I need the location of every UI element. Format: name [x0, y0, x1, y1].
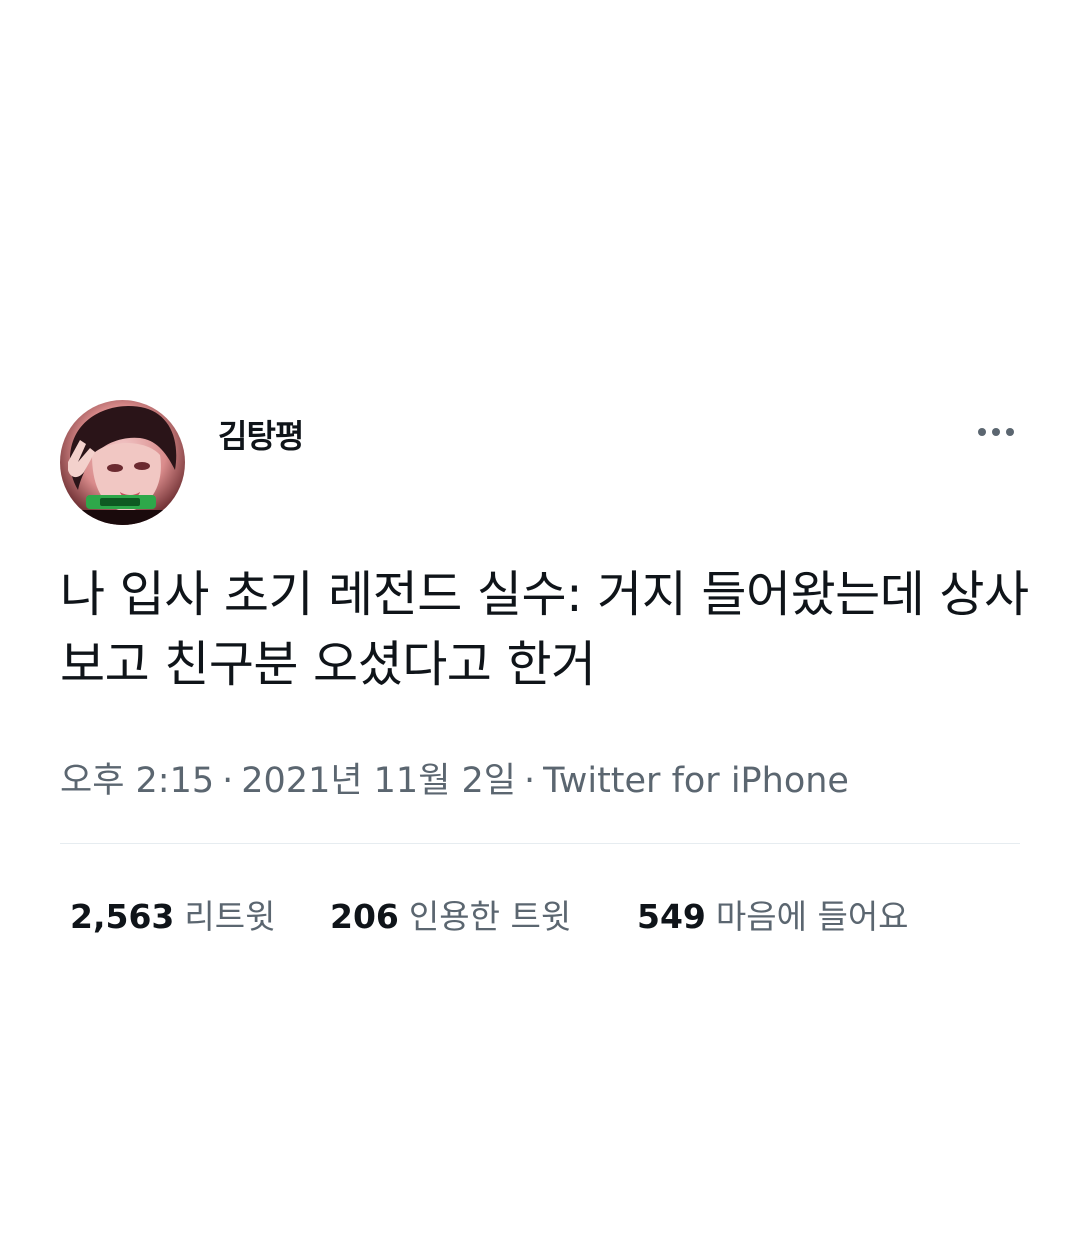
likes-count: 549 — [637, 897, 706, 936]
tweet-source[interactable]: Twitter for iPhone — [543, 761, 849, 801]
retweets-count: 2,563 — [70, 897, 175, 936]
quote-tweets-stat[interactable]: 206 인용한 트윗 — [330, 890, 571, 938]
meta-separator: · — [222, 761, 234, 801]
tweet-metadata: 오후 2:15 · 2021년 11월 2일 · Twitter for iPhone — [60, 752, 849, 803]
quote-tweets-label: 인용한 트윗 — [408, 897, 572, 936]
tweet-date[interactable]: 2021년 11월 2일 — [241, 761, 516, 801]
avatar-illustration — [60, 405, 185, 525]
meta-separator: · — [524, 761, 536, 801]
more-horizontal-icon — [978, 428, 1014, 436]
retweets-label: 리트윗 — [184, 897, 276, 936]
likes-stat[interactable]: 549 마음에 들어요 — [637, 890, 909, 938]
divider — [60, 843, 1020, 844]
likes-label: 마음에 들어요 — [715, 897, 909, 936]
more-options-button[interactable] — [968, 412, 1024, 452]
avatar[interactable] — [60, 400, 185, 525]
tweet-text: 나 입사 초기 레전드 실수: 거지 들어왔는데 상사 보고 친구분 오셨다고 … — [60, 566, 1029, 693]
user-display-name[interactable]: 김탕평 — [218, 411, 304, 457]
quote-tweets-count: 206 — [330, 897, 399, 936]
tweet-time[interactable]: 오후 2:15 — [60, 761, 214, 801]
retweets-stat[interactable]: 2,563 리트윗 — [70, 890, 275, 938]
engagement-stats: 2,563 리트윗 206 인용한 트윗 549 마음에 들어요 — [0, 890, 1080, 940]
